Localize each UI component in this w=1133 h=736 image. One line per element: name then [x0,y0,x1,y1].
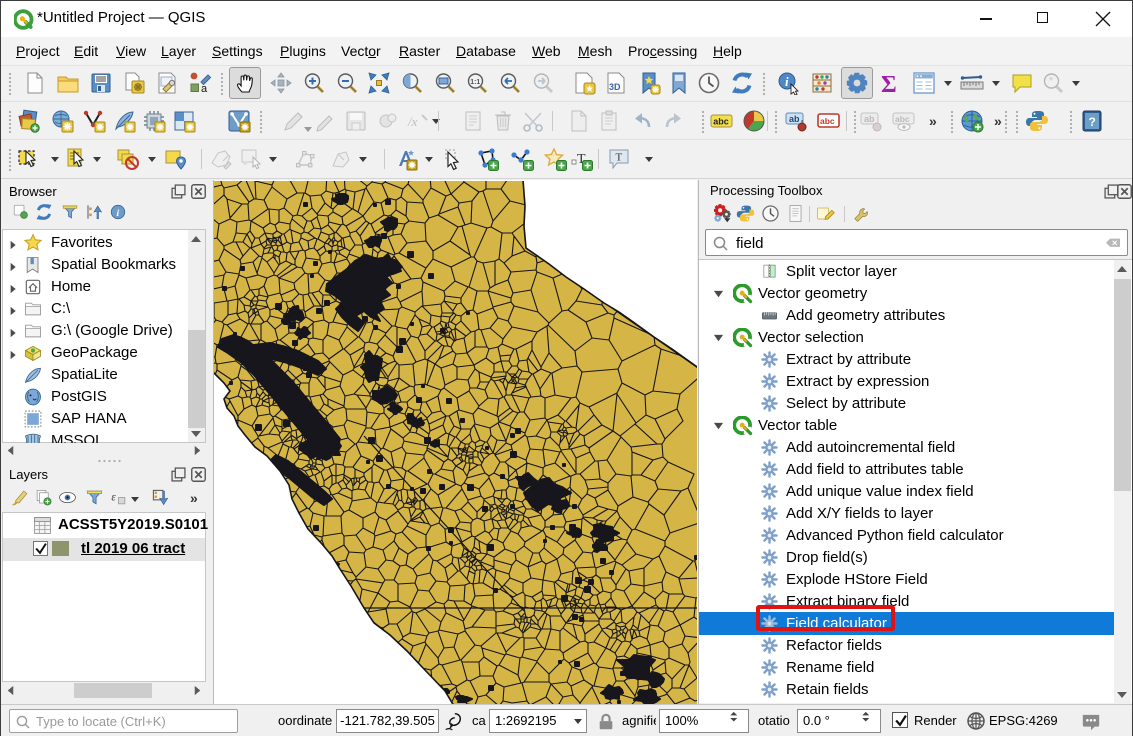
svg-text:ab: ab [864,114,875,124]
svg-text:T: T [616,152,623,164]
svg-text:»: » [994,113,1002,129]
svg-text:a: a [201,83,208,95]
svg-text:?: ? [1089,115,1096,129]
svg-text:1:1: 1:1 [470,79,480,86]
svg-text:abc: abc [895,114,910,124]
svg-text:ε: ε [111,492,116,504]
svg-text:i: i [117,208,120,219]
svg-text:abc: abc [713,117,729,127]
svg-text:/x: /x [407,114,418,129]
svg-text:ab: ab [789,114,800,124]
svg-text:3D: 3D [609,82,621,92]
svg-text:i: i [785,74,789,89]
svg-text:Σ: Σ [881,72,897,95]
svg-text:abc: abc [820,116,835,126]
svg-text:»: » [929,113,937,129]
